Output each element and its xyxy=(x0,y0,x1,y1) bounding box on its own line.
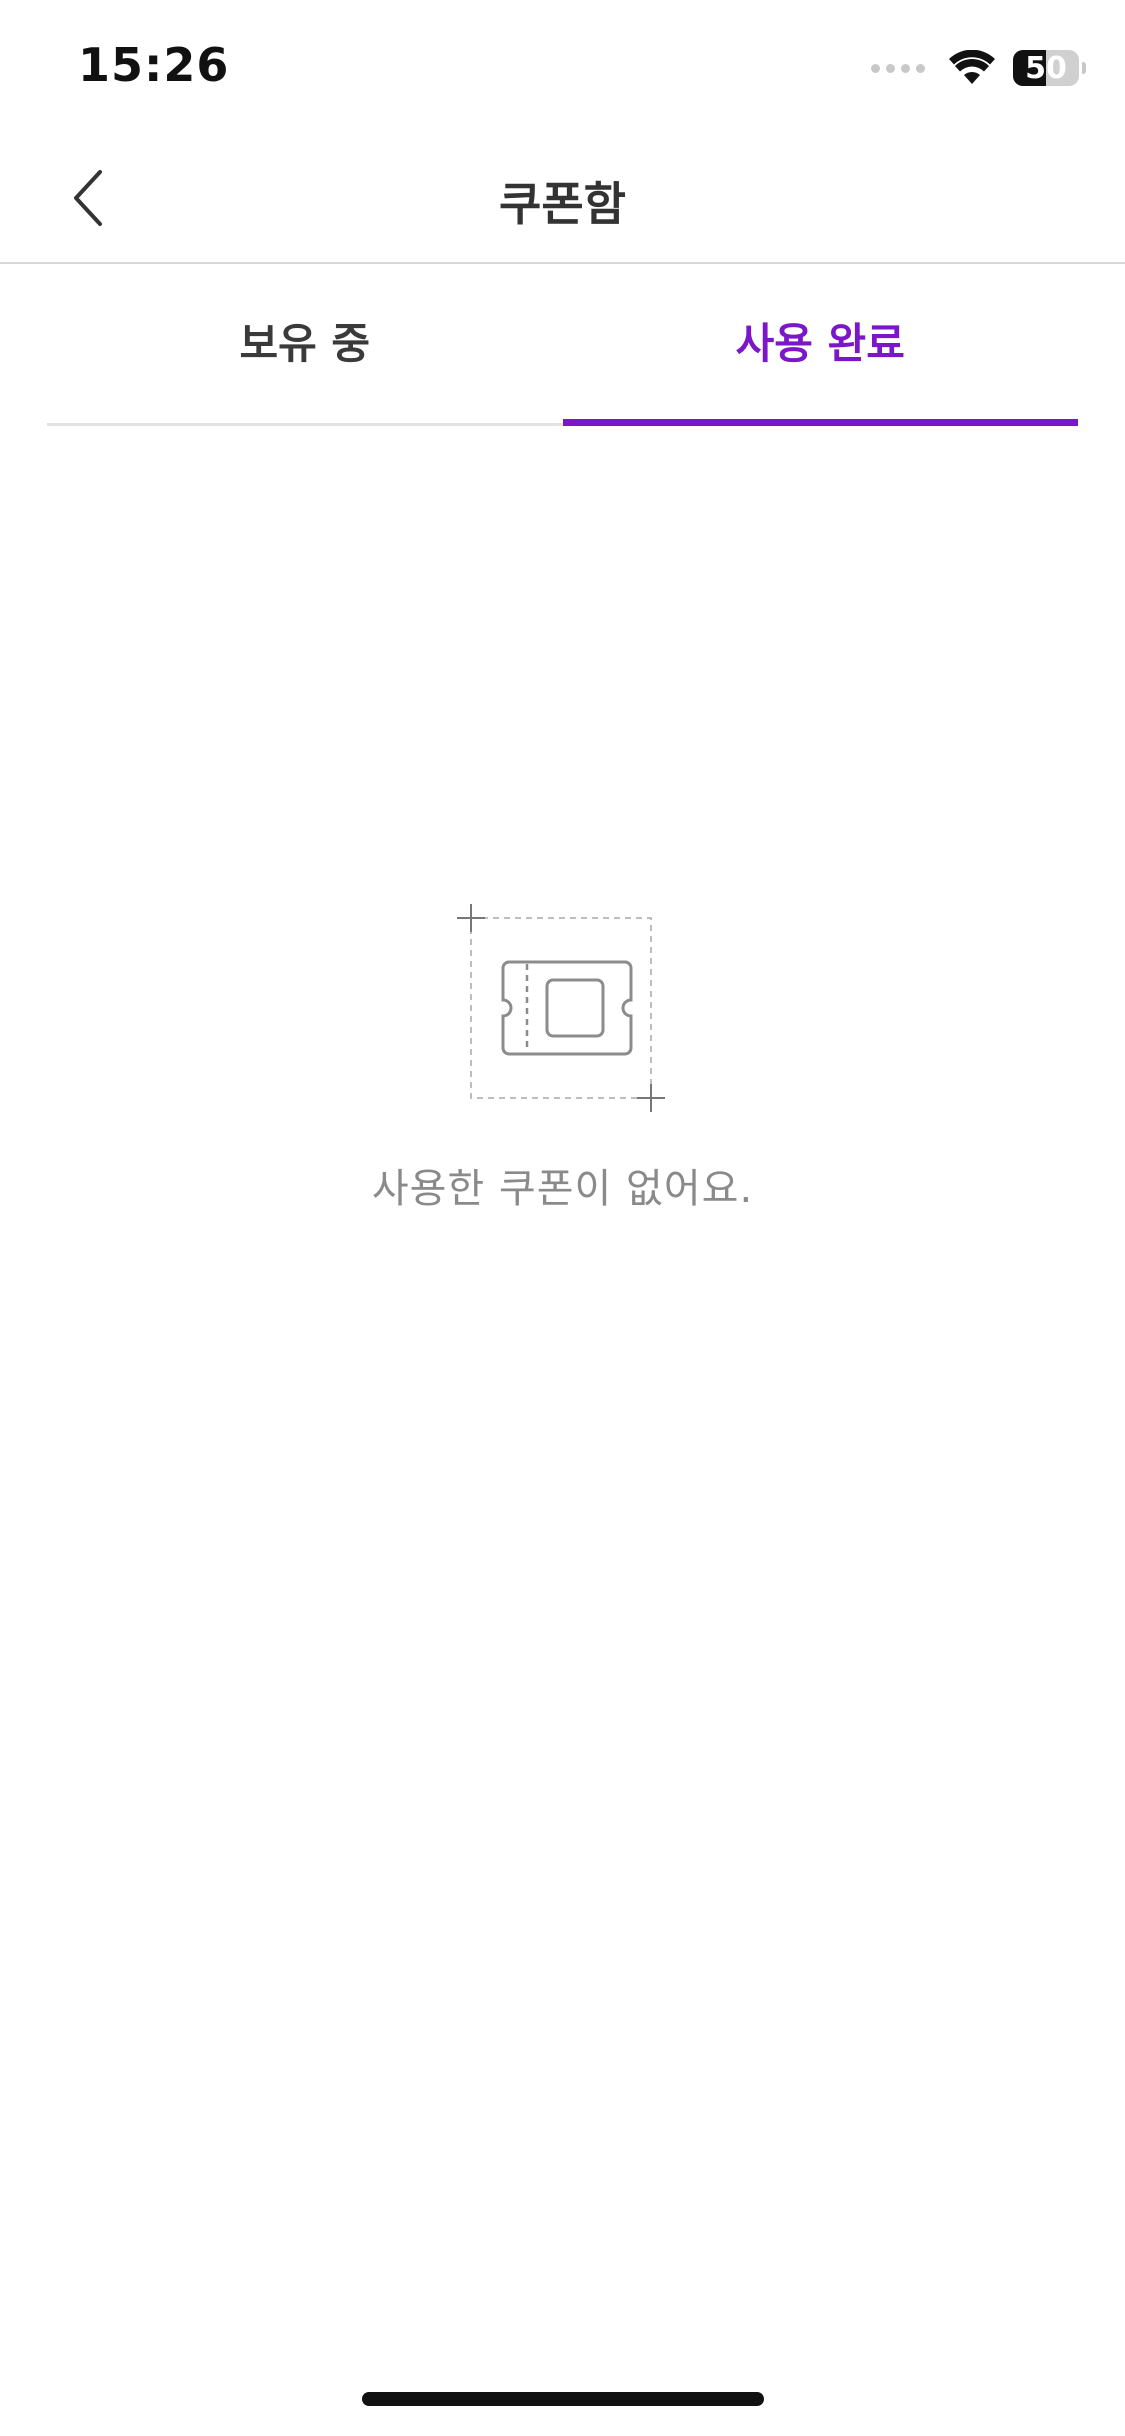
status-bar: 15:26 50 xyxy=(0,0,1125,132)
empty-state: 사용한 쿠폰이 없어요. xyxy=(0,900,1125,1214)
coupon-tabs: 보유 중 사용 완료 xyxy=(47,266,1078,426)
battery-icon: 50 xyxy=(1013,50,1086,86)
status-time: 15:26 xyxy=(78,38,230,92)
page-title: 쿠폰함 xyxy=(499,177,626,231)
empty-message: 사용한 쿠폰이 없어요. xyxy=(371,1166,754,1212)
status-icons: 50 xyxy=(871,48,1086,88)
coupon-box-screen: 15:26 50 쿠폰함 보유 중 사용 완료 사용한 쿠폰이 없어요. xyxy=(0,0,1125,2436)
signal-dots-icon xyxy=(871,63,925,73)
battery-level: 50 xyxy=(1025,50,1067,86)
nav-header: 쿠폰함 xyxy=(0,132,1125,264)
wifi-icon xyxy=(949,50,995,84)
home-indicator[interactable] xyxy=(362,2392,764,2406)
tab-used-label: 사용 완료 xyxy=(735,319,905,368)
tab-owned-label: 보유 중 xyxy=(239,319,371,368)
tab-used[interactable]: 사용 완료 xyxy=(562,266,1079,426)
tab-owned[interactable]: 보유 중 xyxy=(47,266,563,423)
coupon-ticket-icon xyxy=(456,904,665,1112)
